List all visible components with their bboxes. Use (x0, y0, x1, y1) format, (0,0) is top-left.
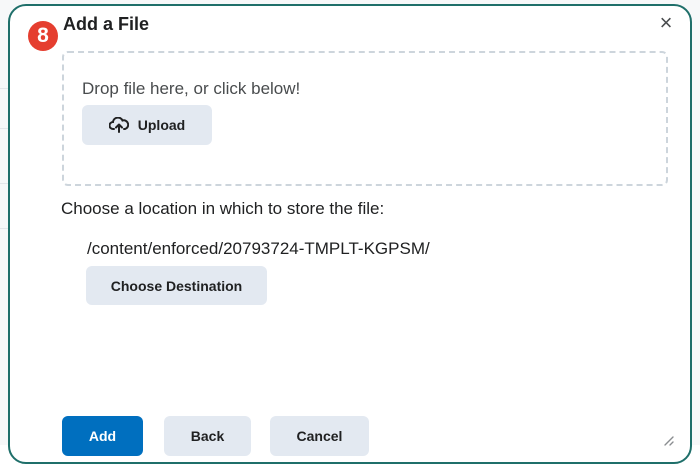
cloud-upload-icon (108, 117, 129, 133)
add-file-dialog: 8 Add a File × Drop file here, or click … (8, 4, 692, 464)
resize-handle-icon[interactable] (662, 434, 674, 446)
add-button[interactable]: Add (62, 416, 143, 456)
cancel-button[interactable]: Cancel (270, 416, 369, 456)
back-button[interactable]: Back (164, 416, 251, 456)
upload-button-label: Upload (137, 117, 186, 133)
upload-button[interactable]: Upload (82, 105, 212, 145)
choose-destination-button[interactable]: Choose Destination (86, 266, 267, 305)
close-icon[interactable]: × (656, 12, 676, 34)
file-dropzone[interactable]: Drop file here, or click below! Upload (62, 51, 668, 186)
dialog-title: Add a File (63, 14, 150, 34)
dropzone-prompt: Drop file here, or click below! (82, 79, 301, 98)
step-badge: 8 (28, 21, 58, 51)
location-label: Choose a location in which to store the … (61, 199, 385, 218)
destination-path: /content/enforced/20793724-TMPLT-KGPSM/ (87, 239, 430, 258)
